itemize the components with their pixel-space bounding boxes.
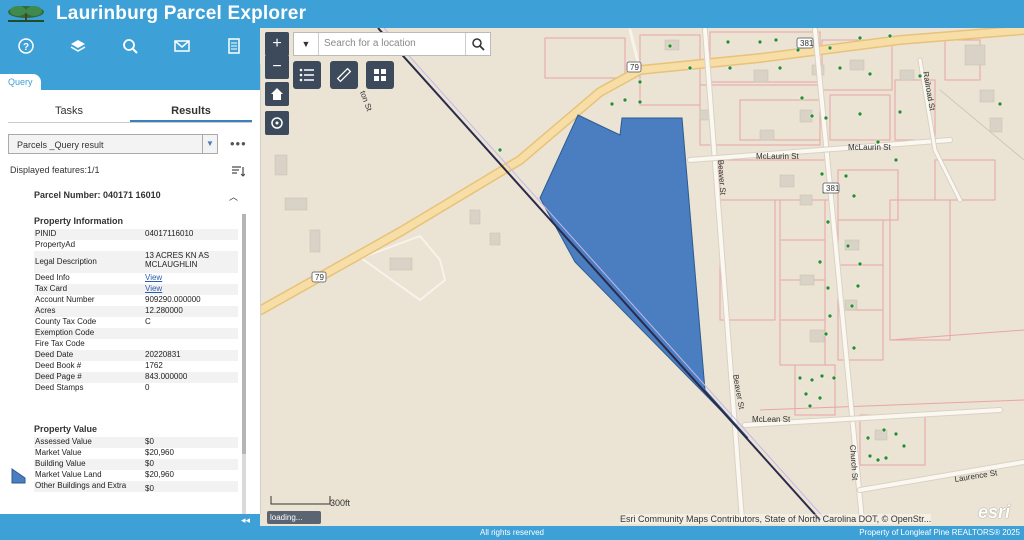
attr-row: Fire Tax Code	[35, 339, 85, 348]
attr-row: Market Value $20,960	[35, 448, 174, 457]
search-icon[interactable]	[117, 33, 143, 59]
attr-row: Market Value Land $20,960	[35, 470, 174, 479]
locate-icon[interactable]	[265, 111, 289, 135]
search-input[interactable]: Search for a location	[324, 38, 416, 49]
more-options-button[interactable]: •••	[230, 136, 247, 151]
road-label: McLaurin St	[848, 143, 891, 152]
app-logo-icon	[4, 3, 48, 25]
collapse-panel-button[interactable]: ◂◂	[241, 514, 250, 526]
basemap-gallery-icon[interactable]	[366, 61, 394, 89]
attr-row: Acres 12.280000	[34, 306, 238, 317]
subtabs: Tasks Results	[8, 100, 252, 123]
route-shield: 79	[630, 63, 639, 72]
layers-icon[interactable]	[65, 33, 91, 59]
chevron-down-icon[interactable]: ▼	[202, 135, 217, 153]
panel-tabbar: Query	[0, 64, 260, 90]
attr-row: Deed Info View	[35, 273, 163, 282]
mail-icon[interactable]	[169, 33, 195, 59]
help-icon[interactable]: ?	[13, 33, 39, 59]
attr-row: Account Number 909290.000000	[35, 295, 201, 304]
layer-select-value: Parcels _Query result	[17, 140, 104, 150]
attr-row: Legal Description 13 ACRES KN AS MCLAUGHL…	[34, 251, 238, 273]
road-label: McLean St	[752, 415, 791, 424]
displayed-features: Displayed features:1/1	[10, 165, 100, 175]
layer-select[interactable]: Parcels _Query result ▼	[8, 134, 218, 154]
legend-list-icon[interactable]	[293, 61, 321, 89]
zoom-out-button[interactable]: −	[265, 55, 289, 79]
attr-row: Assessed Value $0	[34, 437, 238, 448]
panel-scrollbar[interactable]	[242, 214, 246, 514]
parcel-symbol-icon	[10, 468, 26, 489]
section-property-value: Property Value	[34, 424, 98, 434]
attr-row: County Tax Code C	[35, 317, 151, 326]
zoom-in-button[interactable]: +	[265, 32, 289, 56]
attr-row: Deed Book #1762	[35, 361, 163, 370]
svg-text:?: ?	[23, 42, 29, 53]
attr-row: Building Value $0	[34, 459, 238, 470]
esri-logo: esri	[978, 502, 1011, 522]
measure-ruler-icon[interactable]	[330, 61, 358, 89]
tab-results[interactable]: Results	[130, 100, 252, 122]
tax-card-link[interactable]: View	[145, 284, 162, 293]
tab-tasks[interactable]: Tasks	[8, 100, 130, 122]
footer: All rights reserved Property of Longleaf…	[0, 526, 1024, 540]
attr-row: Tax Card View	[34, 284, 238, 295]
location-search: ▼ Search for a location	[293, 32, 491, 56]
road-label: McLaurin St	[756, 152, 799, 161]
widget-toolbar: ?	[0, 28, 260, 64]
app-title: Laurinburg Parcel Explorer	[56, 3, 307, 24]
search-source-dropdown[interactable]: ▼	[294, 33, 319, 55]
route-shield: 381	[826, 184, 840, 193]
loading-indicator: loading...	[267, 511, 321, 524]
route-shield: 381	[800, 39, 814, 48]
parcel-number[interactable]: Parcel Number: 040171 16010	[34, 190, 161, 200]
attr-row: PropertyAd	[35, 240, 76, 249]
scrollbar-thumb[interactable]	[242, 214, 246, 454]
attr-row: PINID 04017116010	[34, 229, 238, 240]
query-panel: Query Tasks Results Parcels _Query resul…	[0, 64, 261, 514]
attr-row: Exemption Code	[34, 328, 238, 339]
attr-row: Deed Stamps 0	[35, 383, 150, 392]
attr-row: Deed Page #843.000000	[34, 372, 238, 383]
section-property-information: Property Information	[34, 216, 124, 226]
tab-query[interactable]: Query	[0, 74, 41, 90]
route-shield: 79	[315, 273, 324, 282]
map-attribution: Esri Community Maps Contributors, State …	[620, 514, 932, 524]
scale-label: 300ft	[330, 498, 351, 508]
basemap: McLaurin St McLaurin St Beaver St Beaver…	[261, 28, 1024, 526]
result-card: Parcel Number: 040171 16010 ︿ Property I…	[8, 184, 244, 494]
watermark-text: Property of Longleaf Pine REALTORS® 2025	[859, 528, 1020, 537]
app-header: Laurinburg Parcel Explorer	[0, 0, 1024, 28]
map-view[interactable]: McLaurin St McLaurin St Beaver St Beaver…	[261, 28, 1024, 526]
sort-icon[interactable]	[232, 164, 246, 182]
chevron-up-icon[interactable]: ︿	[229, 190, 238, 203]
deed-info-link[interactable]: View	[145, 273, 162, 282]
attr-row: Deed Date 20220831	[34, 350, 238, 361]
search-button[interactable]	[465, 33, 490, 55]
panel-footer: ◂◂	[0, 514, 260, 526]
attr-row: Other Buildings and Extra $0	[34, 481, 238, 493]
document-icon[interactable]	[221, 33, 247, 59]
home-icon[interactable]	[265, 82, 289, 106]
